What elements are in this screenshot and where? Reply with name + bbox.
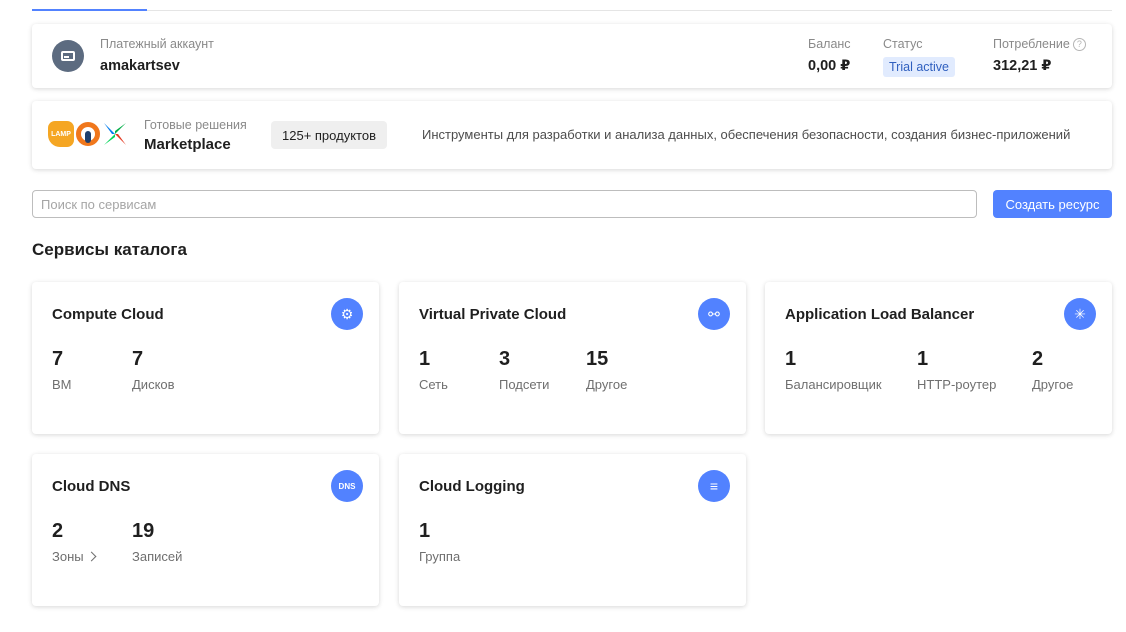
consumption-label-wrap: Потребление ? xyxy=(993,37,1086,51)
products-count-badge: 125+ продуктов xyxy=(271,121,387,149)
credit-card-icon xyxy=(52,40,84,72)
metric-other[interactable]: 2 Другое xyxy=(1032,348,1073,392)
marketplace-card[interactable]: LAMP Готовые решения Marketplace 125+ пр… xyxy=(32,101,1112,169)
status-label: Статус xyxy=(883,37,923,51)
billing-account-name[interactable]: amakartsev xyxy=(100,58,180,74)
metric-label-wrap[interactable]: Зоны xyxy=(52,549,97,564)
gear-icon: ⚙ xyxy=(331,298,363,330)
metric-subnets[interactable]: 3 Подсети xyxy=(499,348,549,392)
metric-networks[interactable]: 1 Сеть xyxy=(419,348,448,392)
balancer-icon: ✳ xyxy=(1064,298,1096,330)
service-card-compute-cloud[interactable]: Compute Cloud ⚙ 7 ВМ 7 Дисков xyxy=(32,282,379,434)
tabs-divider xyxy=(32,10,1112,11)
service-title: Application Load Balancer xyxy=(785,306,975,323)
metric-groups[interactable]: 1 Группа xyxy=(419,520,460,564)
metric-value: 1 xyxy=(419,348,431,370)
marketplace-title: Marketplace xyxy=(144,136,231,153)
metric-disks[interactable]: 7 Дисков xyxy=(132,348,175,392)
create-resource-button[interactable]: Создать ресурс xyxy=(993,190,1112,218)
metric-value: 1 xyxy=(917,348,929,370)
lamp-logo-icon: LAMP xyxy=(48,121,74,147)
balance-value: 0,00 ₽ xyxy=(808,58,851,74)
catalog-section-title: Сервисы каталога xyxy=(32,240,187,259)
metric-label: HTTP-роутер xyxy=(917,377,997,392)
metric-label: ВМ xyxy=(52,377,72,392)
metric-label: Другое xyxy=(1032,377,1074,392)
metric-label: Зоны xyxy=(52,549,84,564)
network-icon: ⚯ xyxy=(698,298,730,330)
dns-icon: DNS xyxy=(331,470,363,502)
service-title: Cloud Logging xyxy=(419,478,525,495)
billing-account-label: Платежный аккаунт xyxy=(100,37,214,51)
metric-value: 1 xyxy=(785,348,797,370)
metric-balancers[interactable]: 1 Балансировщик xyxy=(785,348,882,392)
logging-icon: ≡ xyxy=(698,470,730,502)
service-card-cloud-logging[interactable]: Cloud Logging ≡ 1 Группа xyxy=(399,454,746,606)
metric-value: 2 xyxy=(52,520,64,542)
service-title: Cloud DNS xyxy=(52,478,131,495)
metric-label: Другое xyxy=(586,377,628,392)
metric-http-routers[interactable]: 1 HTTP-роутер xyxy=(917,348,996,392)
openvpn-logo-icon xyxy=(75,121,101,147)
marketplace-description: Инструменты для разработки и анализа дан… xyxy=(422,127,1071,142)
metric-value: 3 xyxy=(499,348,511,370)
service-title: Compute Cloud xyxy=(52,306,164,323)
metric-label: Сеть xyxy=(419,377,448,392)
metric-value: 15 xyxy=(586,348,609,370)
chevron-right-icon xyxy=(86,551,97,562)
metric-label: Записей xyxy=(132,549,183,564)
service-title: Virtual Private Cloud xyxy=(419,306,567,323)
metric-label: Балансировщик xyxy=(785,377,882,392)
service-card-load-balancer[interactable]: Application Load Balancer ✳ 1 Балансиров… xyxy=(765,282,1112,434)
metric-value: 19 xyxy=(132,520,155,542)
service-card-cloud-dns[interactable]: Cloud DNS DNS 2 Зоны 19 Записей xyxy=(32,454,379,606)
metric-value: 1 xyxy=(419,520,431,542)
active-tab-indicator xyxy=(32,9,147,11)
metric-label: Подсети xyxy=(499,377,550,392)
balance-label: Баланс xyxy=(808,37,851,51)
metric-value: 7 xyxy=(52,348,64,370)
metric-label: Группа xyxy=(419,549,461,564)
metric-vm[interactable]: 7 ВМ xyxy=(52,348,72,392)
consumption-label: Потребление xyxy=(993,37,1070,51)
metric-other[interactable]: 15 Другое xyxy=(586,348,627,392)
metric-label: Дисков xyxy=(132,377,175,392)
metric-value: 2 xyxy=(1032,348,1044,370)
service-search-input[interactable] xyxy=(32,190,977,218)
help-icon[interactable]: ? xyxy=(1072,37,1086,51)
airflow-logo-icon xyxy=(102,121,128,147)
metric-records[interactable]: 19 Записей xyxy=(132,520,182,564)
consumption-value: 312,21 ₽ xyxy=(993,58,1052,74)
metric-value: 7 xyxy=(132,348,144,370)
status-badge: Trial active xyxy=(883,57,955,77)
metric-zones[interactable]: 2 Зоны xyxy=(52,520,97,564)
marketplace-subtitle: Готовые решения xyxy=(144,118,247,132)
billing-account-card[interactable]: Платежный аккаунт amakartsev Баланс 0,00… xyxy=(32,24,1112,88)
service-card-vpc[interactable]: Virtual Private Cloud ⚯ 1 Сеть 3 Подсети… xyxy=(399,282,746,434)
